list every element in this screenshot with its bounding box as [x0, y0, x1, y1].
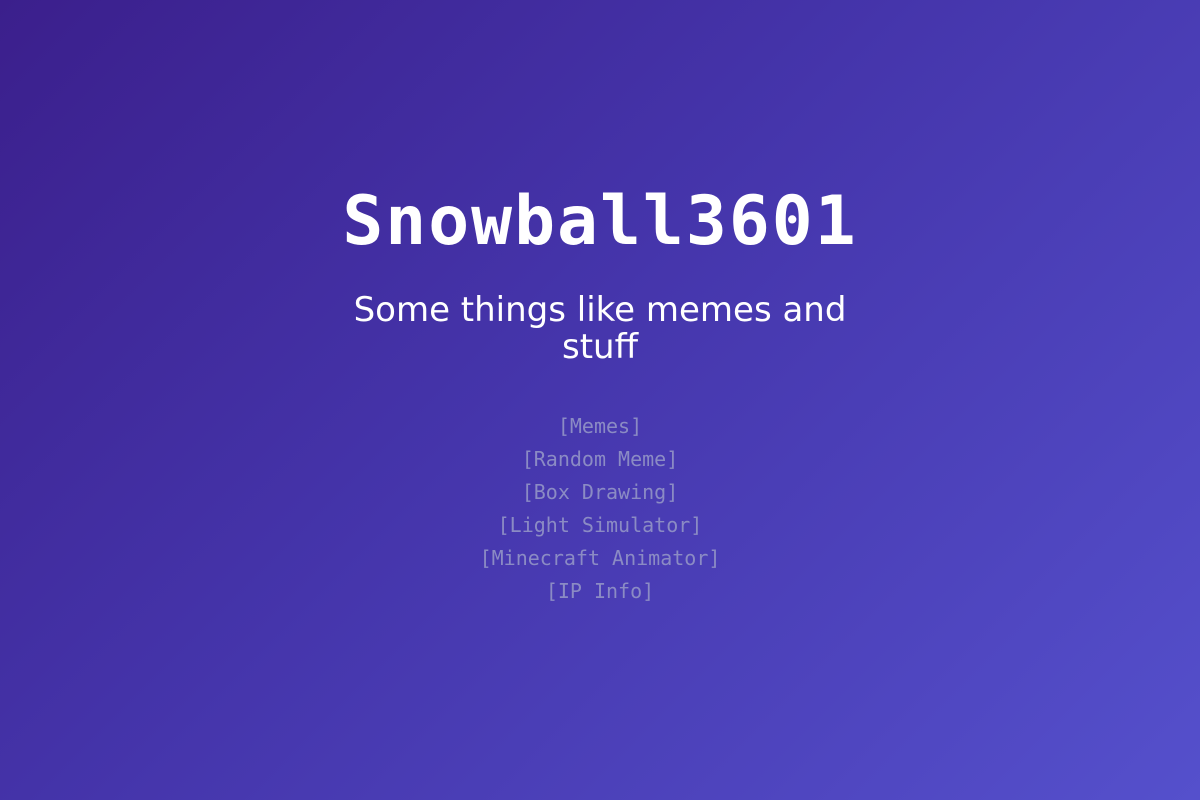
minecraft-animator-link[interactable]: [Minecraft Animator]	[480, 542, 721, 575]
site-tagline: Some things like memes and stuff	[353, 290, 847, 367]
light-simulator-link[interactable]: [Light Simulator]	[498, 509, 703, 542]
link-list: [Memes] [Random Meme] [Box Drawing] [Lig…	[0, 410, 1200, 608]
ip-info-link[interactable]: [IP Info]	[546, 575, 654, 608]
box-drawing-link[interactable]: [Box Drawing]	[522, 476, 679, 509]
page-content: Snowball3601 Some things like memes and …	[0, 0, 1200, 800]
site-title: Snowball3601	[342, 182, 858, 261]
random-meme-link[interactable]: [Random Meme]	[522, 443, 679, 476]
memes-link[interactable]: [Memes]	[558, 410, 642, 443]
